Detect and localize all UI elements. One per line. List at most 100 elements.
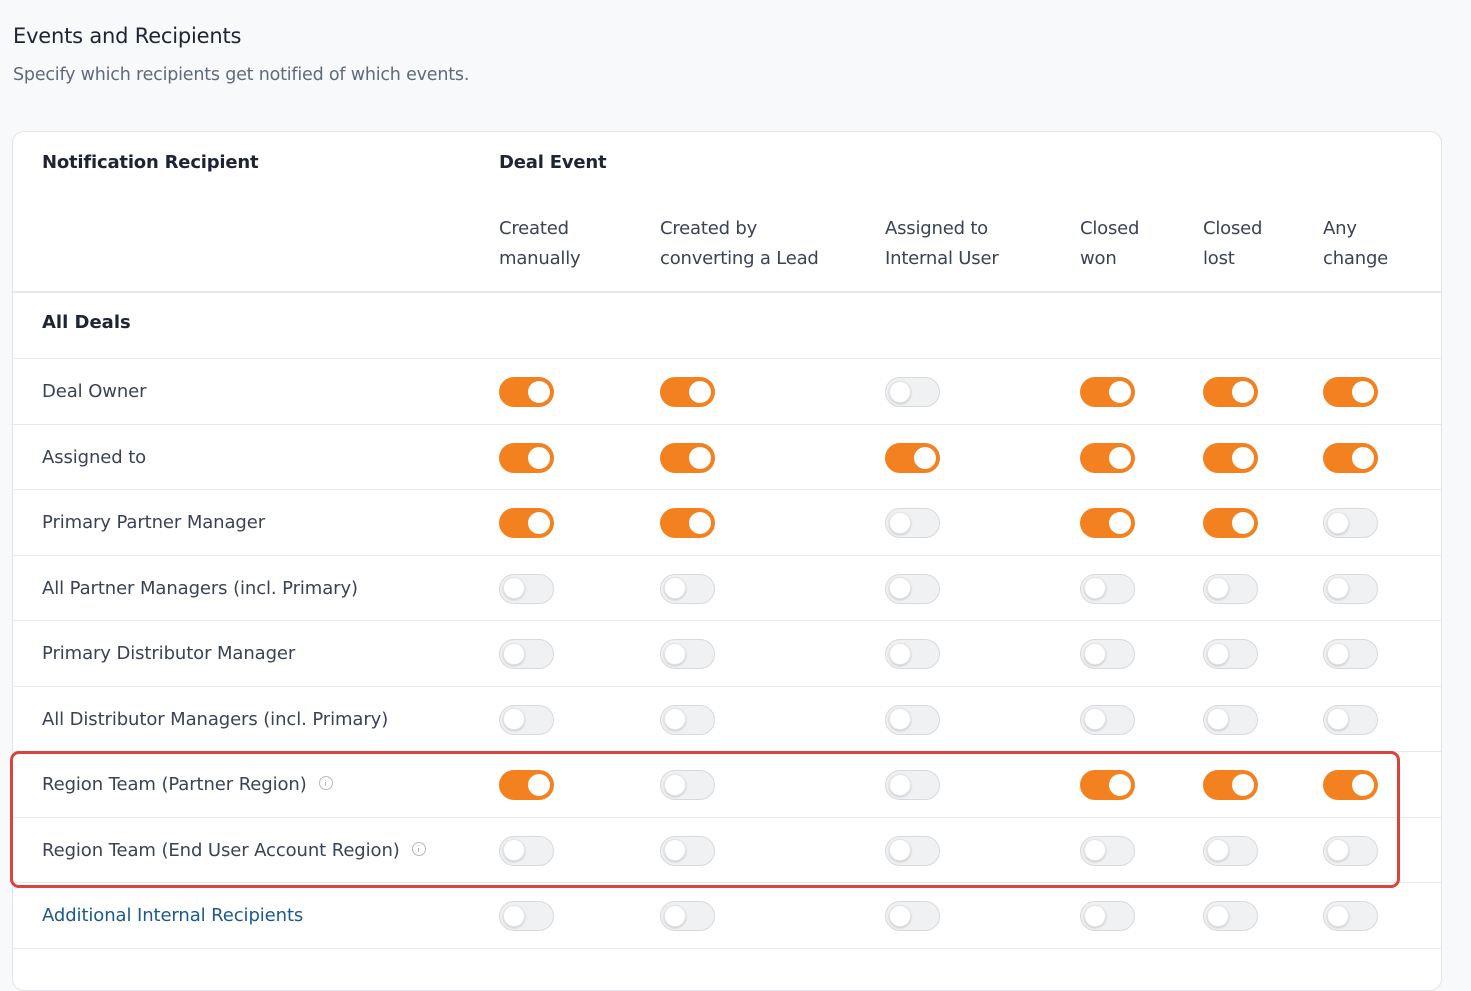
toggle-knob	[1207, 708, 1229, 730]
toggle-knob	[1084, 708, 1106, 730]
toggle-all-partner-managers-incl-primary-col-4[interactable]	[1203, 573, 1258, 604]
toggle-primary-distributor-manager-col-2[interactable]	[885, 639, 940, 669]
toggle-knob	[889, 904, 911, 927]
toggle-knob	[1109, 512, 1131, 534]
row-label: Assigned to	[42, 425, 146, 490]
row-label-text: All Distributor Managers (incl. Primary)	[42, 708, 389, 730]
toggle-all-distributor-managers-incl-primary-col-0[interactable]	[499, 704, 554, 735]
toggle-knob	[889, 511, 911, 534]
toggle-primary-distributor-manager-col-4[interactable]	[1203, 639, 1258, 669]
toggle-knob	[503, 642, 525, 665]
toggle-primary-partner-manager-col-4[interactable]	[1203, 508, 1258, 538]
toggle-additional-internal-recipients-col-5[interactable]	[1323, 901, 1378, 931]
column-header-4: Closed lost	[1203, 214, 1262, 274]
column-header-line2: manually	[499, 248, 581, 269]
toggle-deal-owner-col-4[interactable]	[1203, 377, 1258, 407]
toggle-knob	[689, 446, 711, 469]
column-header-line1: Closed	[1203, 218, 1263, 239]
table-row-deal-owner: Deal Owner	[13, 359, 1441, 425]
column-header-line1: Created	[499, 218, 569, 239]
toggle-knob	[528, 446, 550, 469]
toggle-knob	[1232, 381, 1254, 403]
deal-event-header: Deal Event	[499, 152, 607, 173]
toggle-all-distributor-managers-incl-primary-col-4[interactable]	[1203, 704, 1258, 735]
row-label-text: Assigned to	[42, 446, 147, 468]
toggle-knob	[889, 708, 911, 730]
row-label: Deal Owner	[42, 359, 147, 424]
toggle-deal-owner-col-3[interactable]	[1080, 377, 1135, 407]
toggle-knob	[1109, 381, 1131, 403]
header-divider	[13, 291, 1441, 293]
column-header-line1: Any	[1323, 218, 1357, 239]
group-label-all-deals: All Deals	[42, 312, 131, 333]
section-subtitle: Specify which recipients get notified of…	[13, 65, 470, 85]
additional-recipients-link[interactable]: Additional Internal Recipients	[42, 883, 303, 948]
column-header-2: Assigned to Internal User	[885, 214, 999, 274]
toggle-knob	[664, 708, 686, 730]
table-row-all-distributor-managers-incl-primary: All Distributor Managers (incl. Primary)	[13, 687, 1441, 752]
toggle-all-partner-managers-incl-primary-col-2[interactable]	[885, 573, 940, 604]
toggle-primary-partner-manager-col-5[interactable]	[1323, 508, 1378, 538]
toggle-knob	[1232, 446, 1254, 469]
toggle-primary-distributor-manager-col-3[interactable]	[1080, 639, 1135, 669]
toggle-primary-partner-manager-col-1[interactable]	[660, 508, 715, 538]
column-header-line1: Created by	[660, 218, 758, 239]
column-header-line2: change	[1323, 248, 1389, 269]
column-header-line2: Internal User	[885, 248, 999, 269]
toggle-all-partner-managers-incl-primary-col-5[interactable]	[1323, 573, 1378, 604]
toggle-all-distributor-managers-incl-primary-col-2[interactable]	[885, 704, 940, 735]
toggle-primary-partner-manager-col-3[interactable]	[1080, 508, 1135, 538]
toggle-knob	[1352, 381, 1374, 403]
toggle-knob	[528, 381, 550, 403]
row-label: Primary Partner Manager	[42, 490, 265, 555]
toggle-all-distributor-managers-incl-primary-col-3[interactable]	[1080, 704, 1135, 735]
toggle-knob	[1207, 642, 1229, 665]
row-label-text: All Partner Managers (incl. Primary)	[42, 577, 358, 599]
toggle-additional-internal-recipients-col-0[interactable]	[499, 901, 554, 931]
toggle-additional-internal-recipients-col-2[interactable]	[885, 901, 940, 931]
toggle-knob	[1084, 904, 1106, 927]
toggle-primary-distributor-manager-col-5[interactable]	[1323, 639, 1378, 669]
table-row-additional-internal-recipients: Additional Internal Recipients	[13, 883, 1441, 949]
table-row-primary-partner-manager: Primary Partner Manager	[13, 490, 1441, 556]
toggle-knob	[1327, 577, 1349, 599]
toggle-assigned-to-col-3[interactable]	[1080, 442, 1135, 473]
toggle-assigned-to-col-1[interactable]	[660, 442, 715, 473]
toggle-all-partner-managers-incl-primary-col-1[interactable]	[660, 573, 715, 604]
toggle-all-distributor-managers-incl-primary-col-5[interactable]	[1323, 704, 1378, 735]
row-label-text: Primary Partner Manager	[42, 512, 266, 533]
column-header-5: Any change	[1323, 214, 1388, 274]
toggle-knob	[503, 577, 525, 599]
toggle-assigned-to-col-4[interactable]	[1203, 442, 1258, 473]
region-team-highlight-box	[10, 751, 1400, 888]
column-header-line1: Closed	[1080, 218, 1140, 239]
toggle-deal-owner-col-2[interactable]	[885, 377, 940, 407]
toggle-knob	[1327, 904, 1349, 927]
column-header-1: Created by converting a Lead	[660, 214, 819, 274]
toggle-deal-owner-col-0[interactable]	[499, 377, 554, 407]
toggle-knob	[889, 642, 911, 665]
toggle-primary-partner-manager-col-0[interactable]	[499, 508, 554, 538]
toggle-knob	[528, 512, 550, 534]
toggle-primary-distributor-manager-col-1[interactable]	[660, 639, 715, 669]
toggle-knob	[689, 381, 711, 403]
toggle-all-partner-managers-incl-primary-col-3[interactable]	[1080, 573, 1135, 604]
row-label: All Distributor Managers (incl. Primary)	[42, 687, 388, 752]
toggle-deal-owner-col-1[interactable]	[660, 377, 715, 407]
toggle-assigned-to-col-5[interactable]	[1323, 442, 1378, 473]
toggle-deal-owner-col-5[interactable]	[1323, 377, 1378, 407]
toggle-primary-distributor-manager-col-0[interactable]	[499, 639, 554, 669]
toggle-primary-partner-manager-col-2[interactable]	[885, 508, 940, 538]
column-header-0: Created manually	[499, 214, 581, 274]
toggle-all-distributor-managers-incl-primary-col-1[interactable]	[660, 704, 715, 735]
toggle-additional-internal-recipients-col-3[interactable]	[1080, 901, 1135, 931]
toggle-additional-internal-recipients-col-1[interactable]	[660, 901, 715, 931]
toggle-assigned-to-col-0[interactable]	[499, 442, 554, 473]
toggle-additional-internal-recipients-col-4[interactable]	[1203, 901, 1258, 931]
toggle-assigned-to-col-2[interactable]	[885, 442, 940, 473]
row-label-text: Primary Distributor Manager	[42, 643, 296, 664]
toggle-knob	[889, 380, 911, 403]
toggle-knob	[1084, 577, 1106, 599]
toggle-knob	[1207, 577, 1229, 599]
toggle-all-partner-managers-incl-primary-col-0[interactable]	[499, 573, 554, 604]
